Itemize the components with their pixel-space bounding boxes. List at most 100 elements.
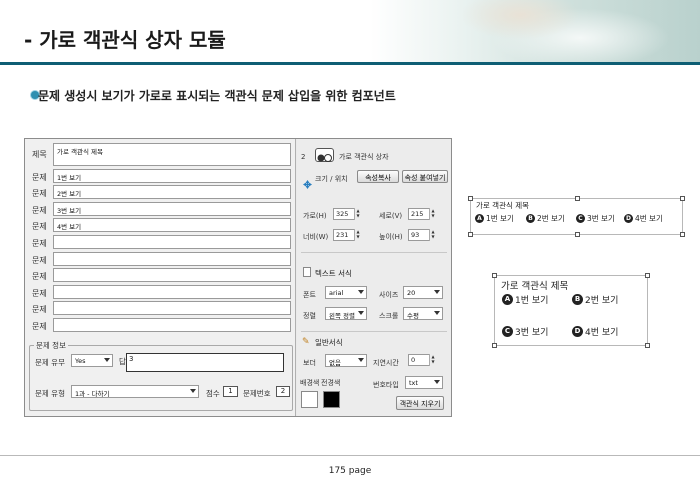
align-label: 정렬 (303, 312, 316, 320)
resize-handle[interactable] (680, 196, 685, 201)
option-label: 3번 보기 (587, 214, 615, 223)
y-position-stepper[interactable]: ▲ ▼ (429, 208, 436, 220)
resize-handle[interactable] (468, 232, 473, 237)
score-input[interactable]: 1 (223, 386, 238, 397)
height-label: 높이(H) (379, 233, 403, 241)
option-label: 3번 보기 (515, 328, 549, 338)
choice-input-10[interactable] (53, 318, 291, 332)
width-label: 너비(W) (303, 233, 329, 241)
bg-color-swatch[interactable] (301, 391, 318, 408)
page-number: 175 page (328, 466, 372, 476)
choice-input-4[interactable]: 4번 보기 (53, 218, 291, 232)
chevron-down-icon (434, 380, 440, 384)
preview-small: 가로 객관식 제목 A 1번 보기 B 2번 보기 C 3번 보기 D 4번 보기 (468, 196, 685, 237)
chevron-down-icon (358, 311, 364, 315)
chevron-down-icon (358, 358, 364, 362)
option-a[interactable]: A 1번 보기 (475, 213, 514, 224)
choice-input-1[interactable]: 1번 보기 (53, 169, 291, 183)
option-b[interactable]: B 2번 보기 (526, 213, 565, 224)
fg-color-swatch[interactable] (323, 391, 340, 408)
question-number-input[interactable]: 2 (276, 386, 290, 397)
choice-label: 문제 (32, 322, 47, 331)
chevron-down-icon (434, 290, 440, 294)
option-d-marker: D (624, 214, 633, 223)
size-position-label: 크기 / 위치 (315, 175, 348, 183)
option-label: 2번 보기 (585, 296, 619, 306)
resize-handle[interactable] (645, 273, 650, 278)
y-position-label: 세로(V) (379, 212, 403, 220)
number-type-select[interactable]: txt (405, 376, 443, 389)
option-d-marker: D (572, 326, 583, 337)
delete-choice-button[interactable]: 객관식 지우기 (396, 396, 444, 410)
option-c-marker: C (502, 326, 513, 337)
option-label: 4번 보기 (635, 214, 663, 223)
resize-handle[interactable] (645, 343, 650, 348)
has-problem-select[interactable]: Yes (71, 354, 113, 367)
paste-attributes-button[interactable]: 속성 붙여넣기 (402, 170, 448, 183)
has-problem-label: 문제 유무 (35, 358, 65, 367)
option-d[interactable]: D 4번 보기 (572, 325, 618, 338)
x-position-input[interactable]: 325 (333, 208, 355, 220)
font-size-select[interactable]: 20 (403, 286, 443, 299)
choice-input-5[interactable] (53, 235, 291, 249)
header-decoration (370, 0, 700, 64)
move-icon (303, 174, 312, 189)
text-format-icon (303, 267, 311, 277)
copy-attributes-button[interactable]: 속성복사 (357, 170, 399, 183)
resize-handle[interactable] (575, 196, 580, 201)
choice-label: 문제 (32, 239, 47, 248)
font-size-label: 사이즈 (379, 291, 399, 299)
header: - 가로 객관식 상자 모듈 (0, 0, 700, 65)
chevron-down-icon (358, 290, 364, 294)
choice-input-7[interactable] (53, 268, 291, 282)
number-type-label: 번호타입 (373, 381, 399, 389)
resize-handle[interactable] (680, 232, 685, 237)
score-label: 점수 (206, 389, 220, 398)
height-input[interactable]: 93 (408, 229, 430, 241)
choice-input-8[interactable] (53, 285, 291, 299)
option-a[interactable]: A 1번 보기 (502, 293, 548, 306)
border-select[interactable]: 없음 (325, 354, 367, 367)
width-input[interactable]: 231 (333, 229, 355, 241)
preview-title: 가로 객관식 제목 (476, 201, 530, 210)
option-d[interactable]: D 4번 보기 (624, 213, 663, 224)
choice-input-6[interactable] (53, 252, 291, 266)
width-stepper[interactable]: ▲ ▼ (354, 229, 361, 241)
section-subtitle: 문제 생성시 보기가 가로로 표시되는 객관식 문제 삽입을 위한 컴포넌트 (38, 89, 396, 103)
problem-type-select[interactable]: 1과 - 다하기 (71, 385, 199, 398)
choice-label: 문제 (32, 289, 47, 298)
title-label: 제목 (32, 150, 47, 159)
choice-label: 문제 (32, 173, 47, 182)
scroll-select[interactable]: 수평 (403, 307, 443, 320)
option-c[interactable]: C 3번 보기 (502, 325, 548, 338)
choice-input-2[interactable]: 2번 보기 (53, 185, 291, 199)
answer-input[interactable]: 3 (126, 353, 284, 372)
option-c-marker: C (576, 214, 585, 223)
content-pane: 제목 가로 객관식 제목 문제 1번 보기 문제 2번 보기 문제 3번 보기 … (25, 139, 296, 416)
choice-input-9[interactable] (53, 301, 291, 315)
choice-input-3[interactable]: 3번 보기 (53, 202, 291, 216)
align-select[interactable]: 왼쪽 정렬 (325, 307, 367, 320)
option-label: 2번 보기 (537, 214, 565, 223)
font-label: 폰트 (303, 291, 316, 299)
font-select[interactable]: arial (325, 286, 367, 299)
divider (301, 331, 447, 332)
resize-handle[interactable] (492, 273, 497, 278)
delay-stepper[interactable]: ▲ ▼ (429, 354, 436, 366)
problem-info-title: 문제 정보 (34, 340, 68, 351)
component-index: 2 (301, 153, 306, 161)
title-input[interactable]: 가로 객관식 제목 (53, 143, 291, 166)
delay-input[interactable]: 0 (408, 354, 430, 366)
option-c[interactable]: C 3번 보기 (576, 213, 615, 224)
chevron-down-icon (434, 311, 440, 315)
resize-handle[interactable] (492, 343, 497, 348)
height-stepper[interactable]: ▲ ▼ (429, 229, 436, 241)
y-position-input[interactable]: 215 (408, 208, 430, 220)
problem-type-label: 문제 유형 (35, 389, 65, 398)
x-position-stepper[interactable]: ▲ ▼ (354, 208, 361, 220)
option-a-marker: A (502, 294, 513, 305)
resize-handle[interactable] (468, 196, 473, 201)
x-position-label: 가로(H) (303, 212, 327, 220)
resize-handle[interactable] (575, 232, 580, 237)
option-b[interactable]: B 2번 보기 (572, 293, 618, 306)
